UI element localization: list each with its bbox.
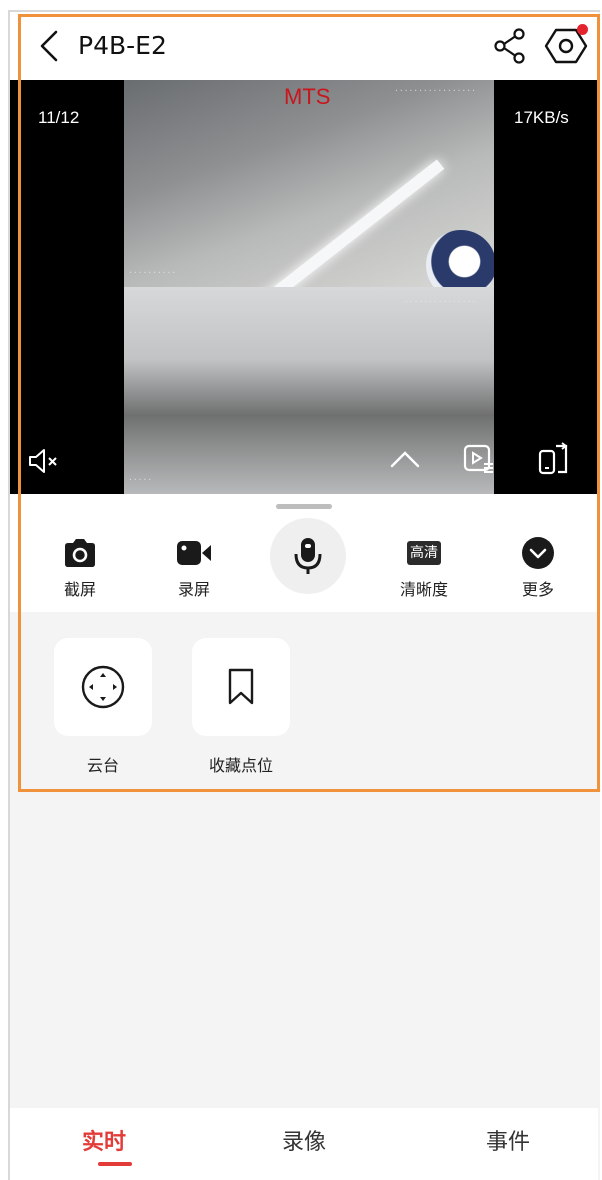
tab-events[interactable]: 事件 [486, 1124, 530, 1156]
top-bar: P4B-E2 [10, 12, 598, 80]
quality-button[interactable]: 高清 清晰度 [384, 536, 464, 600]
favorite-position-label: 收藏点位 [208, 756, 273, 775]
quality-label: 清晰度 [399, 580, 448, 599]
playback-list-icon[interactable] [462, 442, 496, 476]
screenshot-label: 截屏 [63, 580, 96, 599]
ptz-label: 云台 [86, 756, 119, 775]
function-panel: 云台 收藏点位 [10, 612, 598, 788]
page-title: P4B-E2 [78, 31, 167, 60]
talk-button[interactable] [270, 518, 346, 594]
mute-icon[interactable] [26, 444, 60, 478]
bitrate-indicator: 17KB/s [514, 108, 569, 127]
microphone-icon [294, 538, 322, 574]
active-tab-indicator [98, 1162, 132, 1166]
quality-badge: 高清 [407, 541, 441, 565]
favorite-position-tile[interactable] [192, 638, 290, 736]
ceiling-light [255, 159, 445, 287]
video-camera-icon [177, 541, 211, 565]
record-button[interactable]: 录屏 [154, 536, 234, 600]
osd-text: ················· [394, 86, 476, 95]
screenshot-button[interactable]: 截屏 [40, 536, 120, 600]
share-icon[interactable] [490, 26, 530, 66]
more-button[interactable]: 更多 [498, 536, 578, 600]
video-overlay-label: MTS [284, 84, 331, 109]
robot-object [426, 230, 494, 287]
more-label: 更多 [521, 580, 554, 599]
settings-button[interactable] [544, 24, 588, 68]
tab-live[interactable]: 实时 [82, 1124, 126, 1156]
live-video-view[interactable]: ·········· ················· ···········… [10, 80, 598, 494]
osd-text: ····· [128, 475, 153, 484]
chevron-up-icon[interactable] [388, 442, 422, 476]
camera-feed-bottom: ··············· ····· [124, 287, 494, 494]
osd-text: ·········· [128, 268, 177, 277]
ptz-tile[interactable] [54, 638, 152, 736]
rotate-screen-icon[interactable] [536, 442, 570, 476]
osd-text: ··············· [404, 297, 477, 306]
back-icon[interactable] [34, 28, 64, 64]
page-indicator: 11/12 [38, 108, 80, 127]
notification-dot [577, 24, 588, 35]
record-label: 录屏 [177, 580, 210, 599]
control-sheet: 截屏 录屏 高清 清晰度 更多 [10, 494, 598, 612]
tab-playback[interactable]: 录像 [282, 1124, 326, 1156]
bottom-tab-bar: 实时 录像 事件 [10, 1108, 598, 1180]
bookmark-icon [228, 668, 254, 705]
drag-handle[interactable] [276, 504, 332, 509]
camera-icon [65, 539, 95, 567]
ptz-direction-icon [81, 665, 125, 709]
camera-feed-top: ·········· ················· [124, 80, 494, 287]
chevron-down-circle-icon [522, 537, 554, 569]
